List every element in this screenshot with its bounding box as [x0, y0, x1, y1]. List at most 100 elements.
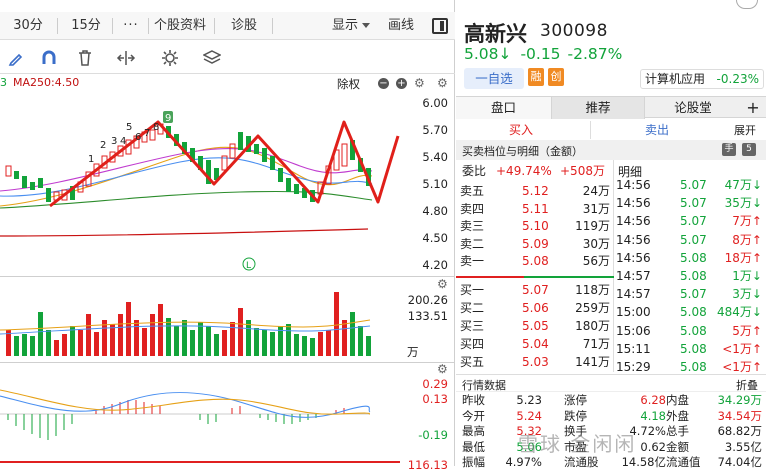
- trade-time: 15:11: [616, 341, 651, 356]
- stat-key: 涨停: [564, 393, 587, 407]
- stat-value: 68.82万: [717, 424, 762, 438]
- pencil-icon[interactable]: [8, 50, 24, 66]
- trade-row: 14:56 5.07 35万↓: [616, 195, 766, 212]
- stats-row: 昨收 5.23 涨停 6.28 内盘 34.29万: [456, 392, 766, 408]
- bid-label: 买一: [460, 283, 485, 297]
- tab-15min[interactable]: 15分: [66, 12, 106, 40]
- layers-icon[interactable]: [203, 49, 221, 67]
- fold-button[interactable]: 折叠: [736, 377, 758, 393]
- level-badge[interactable]: 5: [742, 143, 756, 156]
- ma250-line: [0, 228, 369, 237]
- macd-axis-label: 116.13: [407, 458, 448, 472]
- trade-row: 14:56 5.08 18万↑: [616, 250, 766, 267]
- stat-key: 流通值: [666, 455, 701, 469]
- ask-row: 卖五 5.12 24万: [456, 183, 614, 200]
- bid-bar: [524, 276, 614, 278]
- tab-order-book[interactable]: 盘口: [456, 97, 551, 119]
- chinext-badge[interactable]: 创: [548, 68, 564, 86]
- ask-volume: 24万: [582, 184, 610, 198]
- magnet-icon[interactable]: [40, 49, 58, 67]
- ma-index: 3: [0, 76, 7, 89]
- stat-value: 34.54万: [717, 408, 762, 423]
- divider: [148, 18, 149, 34]
- bid-volume: 71万: [582, 337, 610, 351]
- margin-badge[interactable]: 融: [528, 68, 544, 86]
- bid-row: 买五 5.03 141万: [456, 354, 614, 371]
- tab-company-info[interactable]: 个股资料: [152, 12, 208, 40]
- section-header: 买卖档位与明细（金额） 手 5: [456, 140, 766, 160]
- tab-30min[interactable]: 30分: [8, 12, 48, 40]
- ask-label: 卖三: [460, 219, 485, 234]
- macd-chart[interactable]: [0, 376, 400, 466]
- trade-row: 15:06 5.08 5万↑: [616, 323, 766, 340]
- trade-time: 14:56: [616, 232, 651, 247]
- gear-icon[interactable]: ⚙: [437, 363, 448, 375]
- section-title: 买卖档位与明细（金额）: [462, 145, 583, 158]
- trade-time: 15:00: [616, 305, 651, 320]
- tab-diagnosis[interactable]: 诊股: [222, 12, 266, 40]
- bid-row: 买一 5.07 118万: [456, 282, 614, 299]
- add-watchlist-button[interactable]: 一自选: [464, 68, 524, 89]
- stats-row: 今开 5.24 跌停 4.18 外盘 34.54万: [456, 408, 766, 424]
- gear-icon[interactable]: ⚙: [414, 77, 425, 89]
- stat-value: 5.24: [516, 408, 542, 423]
- adjust-button[interactable]: 除权: [337, 76, 360, 92]
- kline-chart[interactable]: 1 2 3 4 5 6 7 8 9 L: [0, 96, 400, 276]
- stat-key: 总手: [666, 424, 689, 438]
- bid-price: 5.07: [522, 283, 549, 297]
- weibi-label: 委比: [462, 164, 487, 178]
- trade-price: 5.08: [680, 250, 707, 265]
- trade-price: 5.08: [680, 305, 707, 320]
- ask-row: 卖三 5.10 119万: [456, 218, 614, 235]
- ma-line: [0, 146, 373, 207]
- buy-tab[interactable]: 买入: [456, 122, 586, 139]
- trade-row: 14:57 5.08 1万↓: [616, 268, 766, 285]
- stat-key: 内盘: [666, 393, 689, 407]
- divider: [214, 18, 215, 34]
- trade-price: 5.08: [680, 341, 707, 356]
- plus-icon[interactable]: +: [396, 78, 407, 89]
- ask-price: 5.10: [522, 219, 549, 234]
- annotation-zigzag: [49, 120, 400, 208]
- volume-axis-label: 133.51: [407, 309, 448, 323]
- price-axis-label: 5.10: [422, 177, 448, 191]
- tab-recommend[interactable]: 推荐: [552, 97, 644, 119]
- tab-discussion[interactable]: 论股堂: [645, 97, 741, 119]
- trash-icon[interactable]: [77, 49, 93, 67]
- stat-key: 外盘: [666, 408, 689, 423]
- svg-text:4: 4: [120, 136, 126, 147]
- volume-chart[interactable]: [0, 290, 400, 360]
- trade-row: 14:56 5.07 47万↓: [616, 177, 766, 194]
- panel-toggle-icon[interactable]: [432, 18, 448, 34]
- trade-price: 5.07: [680, 214, 707, 229]
- trade-time: 14:57: [616, 287, 651, 302]
- dea-line: [0, 389, 371, 415]
- price-axis-label: 4.80: [422, 204, 448, 218]
- trade-volume: 18万↑: [724, 250, 762, 265]
- sector-tag[interactable]: 计算机应用 -0.23%: [640, 69, 764, 89]
- expand-button[interactable]: 展开: [728, 122, 762, 139]
- macd-axis-label: 0.13: [422, 392, 448, 406]
- price-axis-label: 5.40: [422, 150, 448, 164]
- gear-icon[interactable]: ⚙: [437, 278, 448, 290]
- ask-price: 5.09: [522, 236, 549, 251]
- split-icon[interactable]: [116, 50, 136, 66]
- svg-text:2: 2: [100, 140, 106, 151]
- lot-badge[interactable]: 手: [722, 143, 736, 156]
- trade-row: 15:11 5.08 <1万↑: [616, 341, 766, 358]
- gear-icon[interactable]: ⚙: [437, 77, 448, 89]
- minus-icon[interactable]: −: [378, 78, 389, 89]
- add-tab-button[interactable]: +: [742, 97, 764, 119]
- weibi-amount: +508万: [560, 164, 605, 178]
- trade-volume: 47万↓: [724, 178, 762, 192]
- stock-code: 300098: [540, 21, 608, 41]
- draw-line-button[interactable]: 画线: [384, 12, 418, 40]
- chevron-down-icon: [362, 23, 370, 28]
- gear-icon[interactable]: [161, 49, 179, 67]
- drawing-tools: [0, 42, 455, 74]
- trade-volume: 7万↑: [732, 214, 762, 229]
- sell-tab[interactable]: 卖出: [592, 122, 722, 139]
- more-periods-button[interactable]: ···: [116, 12, 146, 40]
- close-icon[interactable]: [736, 0, 758, 9]
- display-menu[interactable]: 显示: [330, 12, 360, 40]
